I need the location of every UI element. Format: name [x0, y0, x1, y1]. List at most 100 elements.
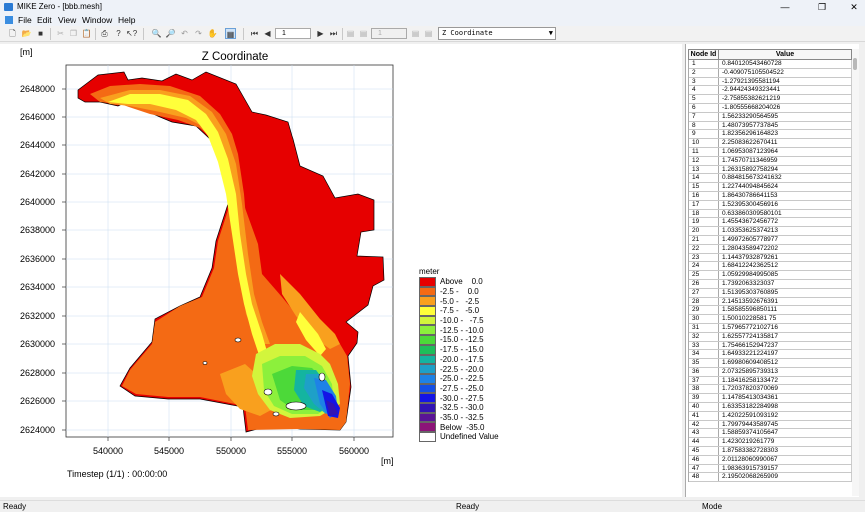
table-row[interactable]: 21 1.49972605778977	[689, 235, 852, 245]
maximize-button[interactable]: ❐	[814, 1, 830, 13]
value-cell[interactable]: 1.52395300456916	[719, 200, 852, 209]
node-id-cell[interactable]: 9	[689, 130, 719, 139]
value-cell[interactable]: 1.50010228581 75	[719, 315, 852, 323]
table-row[interactable]: 7 1.56233290564595	[689, 112, 852, 122]
last-step-icon[interactable]: ⏭	[328, 28, 339, 39]
node-id-cell[interactable]: 11	[689, 147, 719, 156]
table-row[interactable]: 48 2.19502068265909	[689, 473, 852, 483]
value-cell[interactable]: 1.87583382728303	[719, 447, 852, 455]
table-row[interactable]: 46 2.01128060990067	[689, 455, 852, 465]
table-row[interactable]: 26 1.7392063323037	[689, 279, 852, 289]
open-icon[interactable]: 📂	[21, 28, 32, 39]
table-row[interactable]: 23 1.14437932879261	[689, 253, 852, 263]
value-cell[interactable]: -1.27921395581194	[719, 77, 852, 86]
table-row[interactable]: 39 1.14785413034361	[689, 394, 852, 404]
value-cell[interactable]: 1.05929984995085	[719, 271, 852, 279]
table-row[interactable]: 12 1.74570711346959	[689, 156, 852, 166]
value-cell[interactable]: 1.82356296164823	[719, 130, 852, 139]
minimize-button[interactable]: —	[777, 1, 793, 13]
table-row[interactable]: 19 1.45543672456772	[689, 218, 852, 228]
mesh-plot[interactable]	[0, 44, 682, 497]
save-icon[interactable]: ■	[35, 28, 46, 39]
value-cell[interactable]: 1.26315892758294	[719, 165, 852, 174]
value-cell[interactable]: 1.22744094845624	[719, 183, 852, 191]
table-row[interactable]: 24 1.68412242362512	[689, 262, 852, 272]
node-id-cell[interactable]: 36	[689, 367, 719, 376]
node-id-cell[interactable]: 18	[689, 209, 719, 218]
node-id-cell[interactable]: 12	[689, 156, 719, 165]
value-cell[interactable]: 1.7392063323037	[719, 279, 852, 288]
timestep-spinner[interactable]: 1	[275, 28, 311, 39]
node-id-cell[interactable]: 43	[689, 429, 719, 438]
value-cell[interactable]: 1.98363915739157	[719, 464, 852, 473]
value-cell[interactable]: -2.75855382621219	[719, 95, 852, 103]
value-cell[interactable]: 1.14785413034361	[719, 394, 852, 403]
node-id-cell[interactable]: 20	[689, 227, 719, 235]
value-cell[interactable]: 1.56233290564595	[719, 112, 852, 121]
value-cell[interactable]: 1.57965772102716	[719, 323, 852, 332]
paste-icon[interactable]: 📋	[81, 28, 92, 39]
value-cell[interactable]: 1.75466152947237	[719, 341, 852, 350]
table-row[interactable]: 30 1.50010228581 75	[689, 315, 852, 324]
table-row[interactable]: 9 1.82356296164823	[689, 130, 852, 140]
node-id-cell[interactable]: 44	[689, 438, 719, 447]
node-id-cell[interactable]: 40	[689, 403, 719, 411]
table-row[interactable]: 47 1.98363915739157	[689, 464, 852, 474]
layer-last-icon[interactable]: ▤	[423, 28, 434, 39]
node-id-cell[interactable]: 38	[689, 385, 719, 394]
table-row[interactable]: 27 1.51395303760895	[689, 288, 852, 298]
value-cell[interactable]: 1.74570711346959	[719, 156, 852, 165]
table-row[interactable]: 31 1.57965772102716	[689, 323, 852, 333]
menu-help[interactable]: Help	[118, 14, 135, 26]
table-row[interactable]: 28 2.14513592676391	[689, 297, 852, 307]
table-row[interactable]: 45 1.87583382728303	[689, 447, 852, 456]
table-row[interactable]: 36 2.07325895739313	[689, 367, 852, 377]
column-header-value[interactable]: Value	[719, 50, 851, 59]
value-cell[interactable]: 0.633860309580101	[719, 209, 852, 218]
value-cell[interactable]: 1.28043589472202	[719, 244, 852, 253]
prev-step-icon[interactable]: ◀	[262, 28, 273, 39]
table-row[interactable]: 10 2.25083622670411	[689, 139, 852, 148]
node-id-cell[interactable]: 4	[689, 86, 719, 95]
table-row[interactable]: 41 1.42022591093192	[689, 411, 852, 421]
node-id-cell[interactable]: 23	[689, 253, 719, 262]
scrollbar-thumb[interactable]	[853, 58, 857, 70]
value-cell[interactable]: 1.48073957737845	[719, 121, 852, 130]
new-icon[interactable]: 🗋	[7, 28, 18, 39]
table-row[interactable]: 33 1.75466152947237	[689, 341, 852, 351]
node-id-cell[interactable]: 19	[689, 218, 719, 227]
context-help-icon[interactable]: ↖?	[126, 28, 137, 39]
table-row[interactable]: 34 1.64933221224197	[689, 350, 852, 360]
print-icon[interactable]: ⎙	[99, 28, 110, 39]
node-id-cell[interactable]: 14	[689, 174, 719, 183]
menu-edit[interactable]: Edit	[37, 14, 52, 26]
value-cell[interactable]: 1.03353625374213	[719, 227, 852, 235]
node-id-cell[interactable]: 2	[689, 68, 719, 77]
node-id-cell[interactable]: 35	[689, 359, 719, 367]
table-row[interactable]: 17 1.52395300456916	[689, 200, 852, 210]
table-row[interactable]: 44 1.4230219261779	[689, 438, 852, 448]
column-header-node-id[interactable]: Node Id	[689, 50, 719, 59]
value-cell[interactable]: 1.62557724135817	[719, 332, 852, 341]
menu-file[interactable]: File	[18, 14, 32, 26]
table-row[interactable]: 42 1.79979443589745	[689, 420, 852, 430]
table-row[interactable]: 37 1.18416258133472	[689, 376, 852, 386]
table-row[interactable]: 25 1.05929984995085	[689, 271, 852, 280]
value-cell[interactable]: 1.79979443589745	[719, 420, 852, 429]
node-id-cell[interactable]: 10	[689, 139, 719, 147]
value-cell[interactable]: 1.18416258133472	[719, 376, 852, 385]
zoom-prev-icon[interactable]: ↶	[179, 28, 190, 39]
table-row[interactable]: 40 1.63353182284998	[689, 403, 852, 412]
table-row[interactable]: 35 1.69980609408512	[689, 359, 852, 368]
value-cell[interactable]: 2.14513592676391	[719, 297, 852, 306]
table-row[interactable]: 20 1.03353625374213	[689, 227, 852, 236]
pan-icon[interactable]: ✋	[207, 28, 218, 39]
value-cell[interactable]: 1.64933221224197	[719, 350, 852, 359]
table-row[interactable]: 4 -2.94424349323441	[689, 86, 852, 96]
menu-window[interactable]: Window	[82, 14, 112, 26]
node-id-cell[interactable]: 6	[689, 103, 719, 112]
first-step-icon[interactable]: ⏮	[249, 28, 260, 39]
table-row[interactable]: 6 -1.80555668204026	[689, 103, 852, 113]
node-id-cell[interactable]: 32	[689, 332, 719, 341]
node-id-cell[interactable]: 48	[689, 473, 719, 482]
